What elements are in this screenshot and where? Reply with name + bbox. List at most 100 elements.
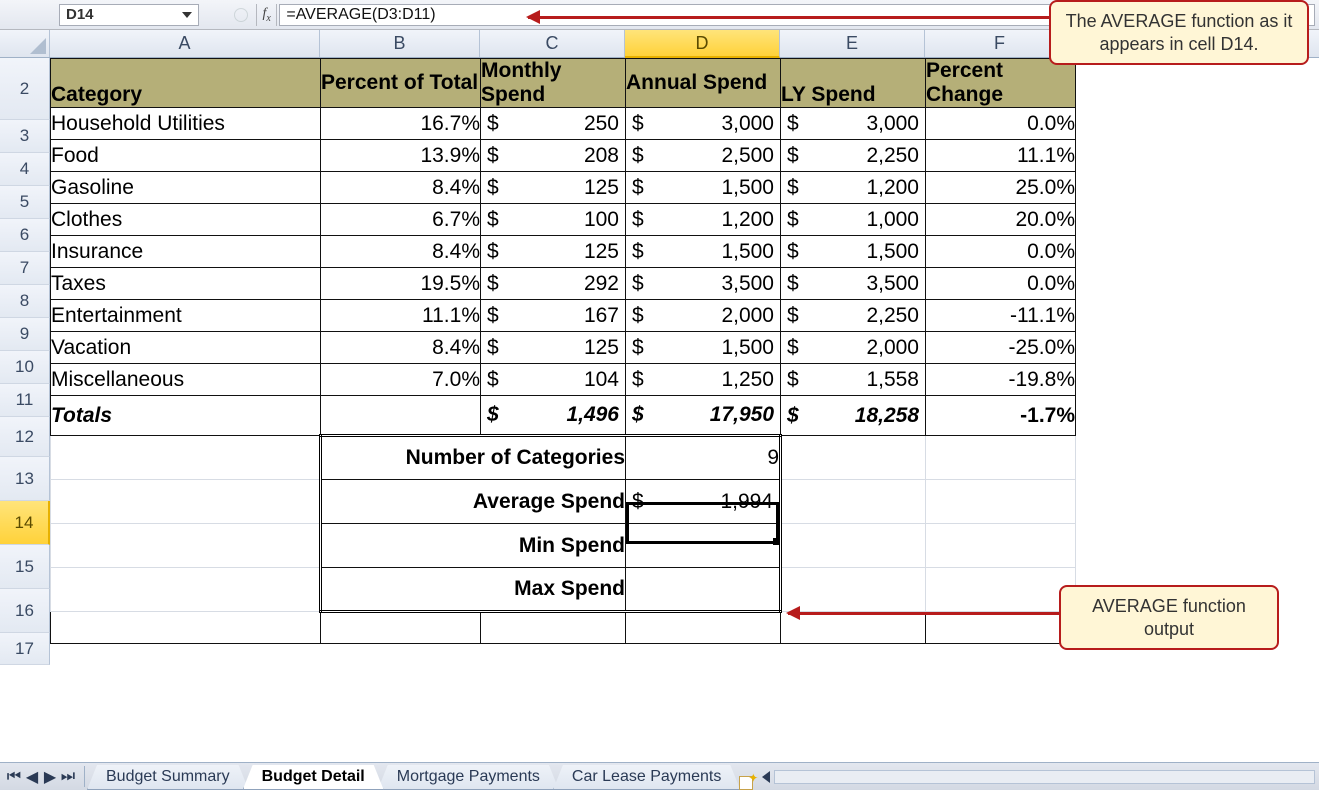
row-header-12[interactable]: 12 <box>0 417 50 457</box>
row-header-11[interactable]: 11 <box>0 384 50 417</box>
cell[interactable] <box>926 612 1076 644</box>
tab-nav-last-icon[interactable]: ⏭ <box>60 768 76 786</box>
column-header-a[interactable]: A <box>50 30 320 57</box>
row-header-8[interactable]: 8 <box>0 285 50 318</box>
cell[interactable]: Miscellaneous <box>51 364 321 396</box>
tab-budget-detail[interactable]: Budget Detail <box>243 765 384 790</box>
cell[interactable]: Household Utilities <box>51 108 321 140</box>
average-spend-value[interactable]: $1,994 <box>626 480 781 524</box>
tab-nav-first-icon[interactable]: ⏮ <box>6 768 22 786</box>
header-percent-total[interactable]: Percent of Total <box>321 59 481 108</box>
cell[interactable] <box>51 524 321 568</box>
cell[interactable]: $100 <box>481 204 626 236</box>
row-header-17[interactable]: 17 <box>0 633 50 665</box>
row-header-7[interactable]: 7 <box>0 252 50 285</box>
cell[interactable] <box>781 612 926 644</box>
cell[interactable] <box>926 524 1076 568</box>
cell[interactable] <box>51 568 321 612</box>
tab-mortgage-payments[interactable]: Mortgage Payments <box>378 765 559 790</box>
name-box[interactable]: D14 <box>59 4 199 26</box>
cell[interactable]: Food <box>51 140 321 172</box>
cell[interactable]: -11.1% <box>926 300 1076 332</box>
cell[interactable]: $1,500 <box>626 332 781 364</box>
cell[interactable] <box>781 436 926 480</box>
cell[interactable]: 11.1% <box>926 140 1076 172</box>
cell[interactable]: 0.0% <box>926 268 1076 300</box>
row-header-10[interactable]: 10 <box>0 351 50 384</box>
cell[interactable]: $104 <box>481 364 626 396</box>
cell[interactable]: 13.9% <box>321 140 481 172</box>
cell[interactable]: $1,500 <box>781 236 926 268</box>
cell[interactable]: 0.0% <box>926 108 1076 140</box>
tab-nav-prev-icon[interactable]: ◀ <box>24 768 40 786</box>
totals-annual[interactable]: $17,950 <box>626 396 781 436</box>
cell[interactable]: 20.0% <box>926 204 1076 236</box>
cell[interactable]: $2,500 <box>626 140 781 172</box>
cell[interactable]: $292 <box>481 268 626 300</box>
cell[interactable]: $167 <box>481 300 626 332</box>
cell[interactable] <box>781 524 926 568</box>
header-percent-change[interactable]: Percent Change <box>926 59 1076 108</box>
column-header-e[interactable]: E <box>780 30 925 57</box>
cell[interactable] <box>781 568 926 612</box>
cell[interactable]: $125 <box>481 172 626 204</box>
cell[interactable] <box>51 612 321 644</box>
insert-function-button[interactable]: fx <box>259 6 274 24</box>
cell[interactable]: $3,000 <box>781 108 926 140</box>
cells-area[interactable]: Category Percent of Total Monthly Spend … <box>50 58 1076 665</box>
cell[interactable]: Insurance <box>51 236 321 268</box>
scroll-track[interactable] <box>774 770 1315 784</box>
cell[interactable] <box>626 612 781 644</box>
min-spend-label[interactable]: Min Spend <box>321 524 626 568</box>
cell[interactable]: -25.0% <box>926 332 1076 364</box>
tab-nav-next-icon[interactable]: ▶ <box>42 768 58 786</box>
totals-monthly[interactable]: $1,496 <box>481 396 626 436</box>
column-header-b[interactable]: B <box>320 30 480 57</box>
row-header-13[interactable]: 13 <box>0 457 50 501</box>
header-monthly-spend[interactable]: Monthly Spend <box>481 59 626 108</box>
cancel-icon[interactable] <box>234 8 248 22</box>
cell[interactable]: Taxes <box>51 268 321 300</box>
column-header-d[interactable]: D <box>625 30 780 58</box>
chevron-down-icon[interactable] <box>182 12 192 18</box>
tab-budget-summary[interactable]: Budget Summary <box>87 765 249 790</box>
row-header-2[interactable]: 2 <box>0 58 50 120</box>
cell[interactable]: $250 <box>481 108 626 140</box>
row-header-5[interactable]: 5 <box>0 186 50 219</box>
cell[interactable]: $1,500 <box>626 172 781 204</box>
cell[interactable]: $1,200 <box>781 172 926 204</box>
scroll-left-icon[interactable] <box>762 771 770 783</box>
cell[interactable]: 8.4% <box>321 332 481 364</box>
cell[interactable]: $1,200 <box>626 204 781 236</box>
num-categories-value[interactable]: 9 <box>626 436 781 480</box>
column-header-c[interactable]: C <box>480 30 625 57</box>
cell[interactable]: 19.5% <box>321 268 481 300</box>
cell[interactable] <box>321 612 481 644</box>
cell[interactable] <box>481 612 626 644</box>
header-category[interactable]: Category <box>51 59 321 108</box>
cell[interactable]: 25.0% <box>926 172 1076 204</box>
cell[interactable]: $3,000 <box>626 108 781 140</box>
cell[interactable] <box>321 396 481 436</box>
cell[interactable]: $1,500 <box>626 236 781 268</box>
num-categories-label[interactable]: Number of Categories <box>321 436 626 480</box>
row-header-16[interactable]: 16 <box>0 589 50 633</box>
row-header-3[interactable]: 3 <box>0 120 50 153</box>
cell[interactable]: $1,558 <box>781 364 926 396</box>
cell[interactable]: $125 <box>481 332 626 364</box>
cell[interactable]: 7.0% <box>321 364 481 396</box>
cell[interactable]: $2,000 <box>626 300 781 332</box>
cell[interactable]: 6.7% <box>321 204 481 236</box>
totals-change[interactable]: -1.7% <box>926 396 1076 436</box>
cell[interactable]: 0.0% <box>926 236 1076 268</box>
cell[interactable] <box>926 568 1076 612</box>
totals-label[interactable]: Totals <box>51 396 321 436</box>
cell[interactable]: $1,250 <box>626 364 781 396</box>
header-annual-spend[interactable]: Annual Spend <box>626 59 781 108</box>
max-spend-label[interactable]: Max Spend <box>321 568 626 612</box>
row-header-6[interactable]: 6 <box>0 219 50 252</box>
cell[interactable]: 8.4% <box>321 236 481 268</box>
cell[interactable]: -19.8% <box>926 364 1076 396</box>
cell[interactable] <box>926 436 1076 480</box>
cell[interactable]: 11.1% <box>321 300 481 332</box>
